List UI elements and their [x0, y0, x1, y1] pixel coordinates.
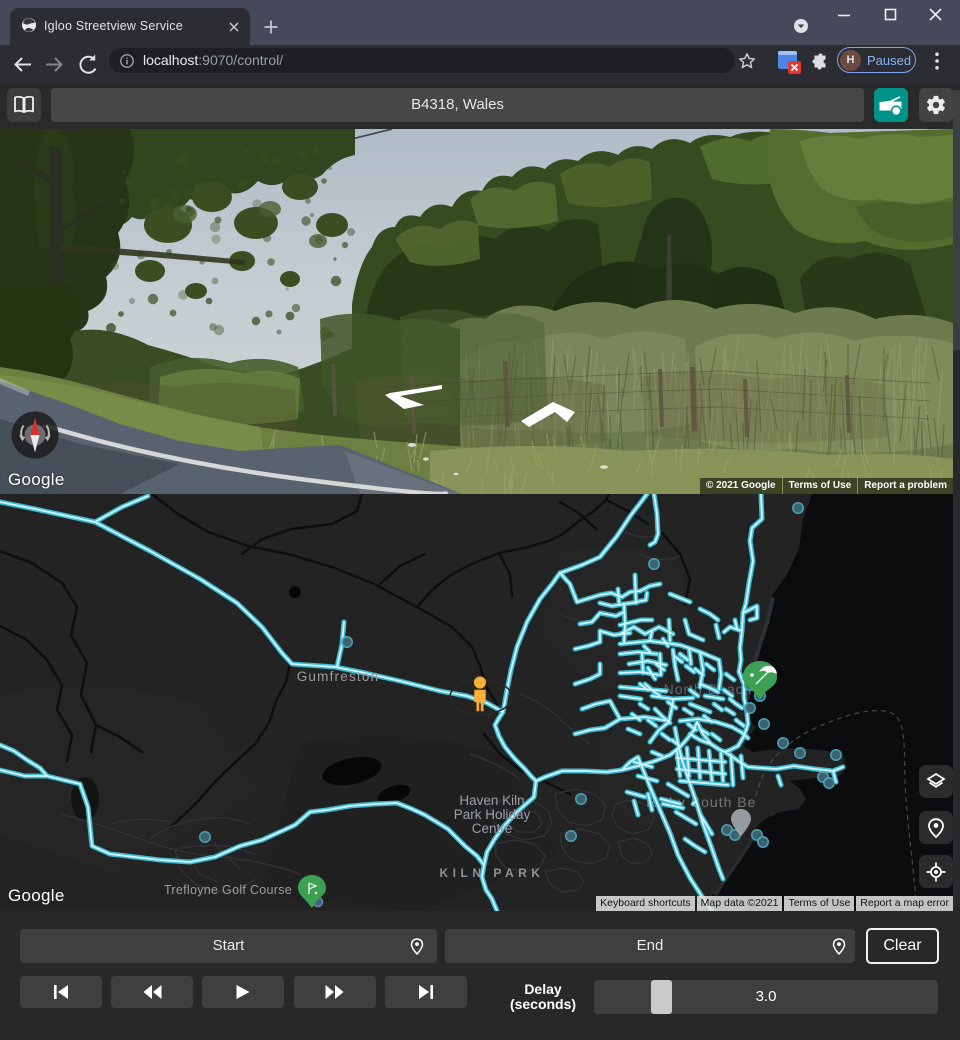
svg-text:Trefloyne Golf Course: Trefloyne Golf Course [164, 883, 292, 897]
svg-text:KILN PARK: KILN PARK [440, 866, 545, 880]
svg-text:Gumfreston: Gumfreston [297, 669, 380, 684]
svg-text:Park Holiday: Park Holiday [454, 807, 531, 822]
svg-text:Centre: Centre [472, 821, 513, 836]
svg-text:Haven Kiln: Haven Kiln [459, 793, 524, 808]
